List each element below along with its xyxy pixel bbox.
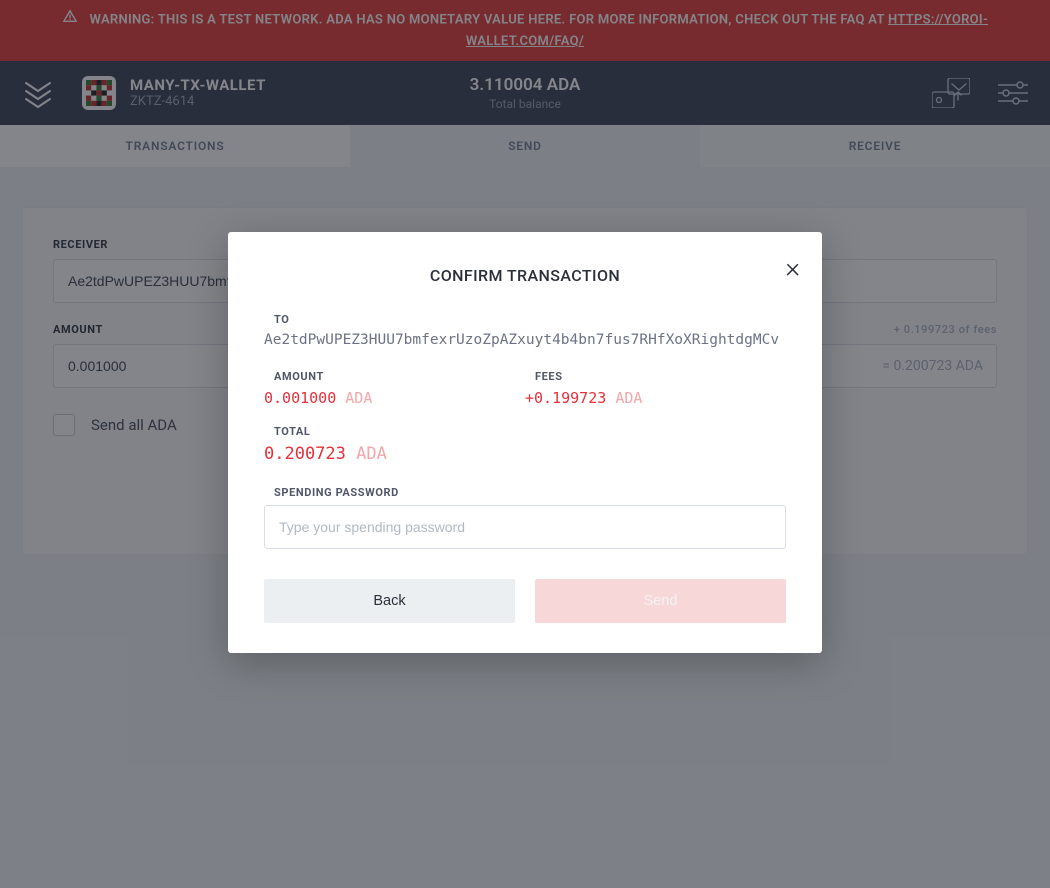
modal-fees-label: FEES <box>535 370 786 383</box>
back-button[interactable]: Back <box>264 579 515 623</box>
modal-title: CONFIRM TRANSACTION <box>264 266 786 285</box>
modal-amount-value: 0.001000 ADA <box>264 389 525 407</box>
password-label: SPENDING PASSWORD <box>274 486 786 499</box>
send-button[interactable]: Send <box>535 579 786 623</box>
modal-total-label: TOTAL <box>274 425 786 438</box>
spending-password-input[interactable] <box>264 505 786 549</box>
modal-overlay: CONFIRM TRANSACTION × TO Ae2tdPwUPEZ3HUU… <box>0 0 1050 888</box>
modal-amount-label: AMOUNT <box>274 370 525 383</box>
modal-fees-value: +0.199723 ADA <box>525 389 786 407</box>
to-address: Ae2tdPwUPEZ3HUU7bmfexrUzoZpAZxuyt4b4bn7f… <box>264 332 786 348</box>
close-icon[interactable]: × <box>785 254 800 282</box>
to-label: TO <box>274 313 786 326</box>
modal-total-value: 0.200723 ADA <box>264 444 786 464</box>
confirm-transaction-modal: CONFIRM TRANSACTION × TO Ae2tdPwUPEZ3HUU… <box>228 232 822 653</box>
